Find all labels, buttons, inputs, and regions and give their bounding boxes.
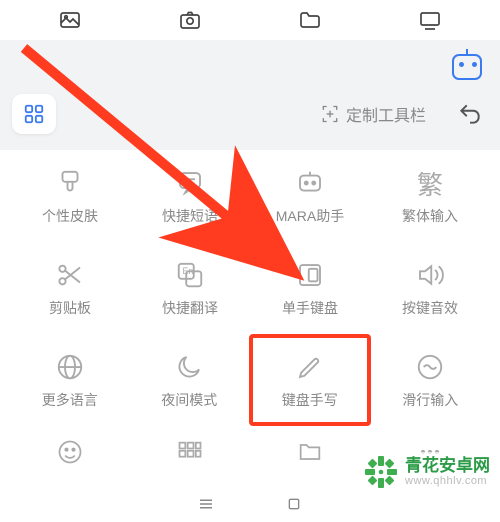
personal-skin-item[interactable]: 个性皮肤 — [10, 150, 130, 242]
monitor-icon[interactable] — [418, 8, 443, 33]
mara-assistant-item[interactable]: MARA助手 — [250, 150, 370, 242]
item-label: 滑行输入 — [402, 390, 458, 410]
item-label: 键盘手写 — [282, 390, 338, 410]
assistant-icon — [293, 166, 327, 200]
item-label: 快捷短语 — [162, 206, 218, 226]
item-label: 单手键盘 — [282, 298, 338, 318]
watermark: 青花安卓网 www.qhhlv.com — [359, 452, 494, 492]
apps-button[interactable] — [12, 94, 56, 134]
watermark-url: www.qhhlv.com — [405, 475, 490, 487]
traditional-input-item[interactable]: 繁 繁体输入 — [370, 150, 490, 242]
back-button[interactable] — [452, 96, 488, 132]
doc-item[interactable] — [250, 426, 370, 486]
nav-home-icon[interactable] — [285, 495, 303, 513]
item-label: 夜间模式 — [161, 390, 217, 410]
speech-icon — [173, 166, 207, 200]
item-label: 快捷翻译 — [162, 298, 218, 318]
keyboard-handwriting-item[interactable]: 键盘手写 — [249, 334, 371, 426]
item-label: MARA助手 — [276, 206, 344, 226]
swipe-input-item[interactable]: 滑行输入 — [371, 334, 491, 426]
robot-icon[interactable] — [452, 54, 482, 80]
item-label: 更多语言 — [42, 390, 98, 410]
traditional-icon: 繁 — [413, 166, 447, 200]
globe-icon — [53, 350, 87, 384]
face-icon — [53, 435, 87, 469]
one-hand-icon — [293, 258, 327, 292]
svg-text:En: En — [183, 266, 194, 276]
scissors-icon — [53, 258, 87, 292]
more-languages-item[interactable]: 更多语言 — [10, 334, 130, 426]
watermark-logo-icon — [363, 454, 399, 490]
item-label: 剪贴板 — [49, 298, 91, 318]
item-label: 繁体输入 — [402, 206, 458, 226]
nav-menu-icon[interactable] — [197, 495, 215, 513]
clipboard-item[interactable]: 剪贴板 — [10, 242, 130, 334]
speaker-icon — [413, 258, 447, 292]
wave-icon — [413, 350, 447, 384]
toolbar-panel: 定制工具栏 — [0, 40, 500, 150]
brush-icon — [53, 166, 87, 200]
top-action-bar — [0, 0, 500, 40]
key-sound-item[interactable]: 按键音效 — [370, 242, 490, 334]
moon-icon — [172, 350, 206, 384]
translate-icon: En — [173, 258, 207, 292]
quick-phrase-item[interactable]: 快捷短语 — [130, 150, 250, 242]
customize-label: 定制工具栏 — [346, 102, 426, 126]
tools-grid: 个性皮肤 快捷短语 MARA助手 繁 繁体输入 剪贴板 En 快捷翻译 单手键盘 — [0, 150, 500, 486]
item-label: 个性皮肤 — [42, 206, 98, 226]
emoji-item[interactable] — [10, 426, 130, 486]
keypad-item[interactable] — [130, 426, 250, 486]
customize-toolbar-button[interactable]: 定制工具栏 — [310, 96, 436, 132]
image-icon[interactable] — [58, 8, 83, 33]
quick-translate-item[interactable]: En 快捷翻译 — [130, 242, 250, 334]
night-mode-item[interactable]: 夜间模式 — [130, 334, 250, 426]
watermark-title: 青花安卓网 — [405, 457, 490, 476]
folder-icon[interactable] — [298, 8, 323, 33]
camera-icon[interactable] — [178, 8, 203, 33]
one-hand-keyboard-item[interactable]: 单手键盘 — [250, 242, 370, 334]
expand-icon — [320, 104, 340, 124]
pencil-icon — [293, 350, 327, 384]
keypad-icon — [173, 435, 207, 469]
item-label: 按键音效 — [402, 298, 458, 318]
folder-sm-icon — [293, 435, 327, 469]
